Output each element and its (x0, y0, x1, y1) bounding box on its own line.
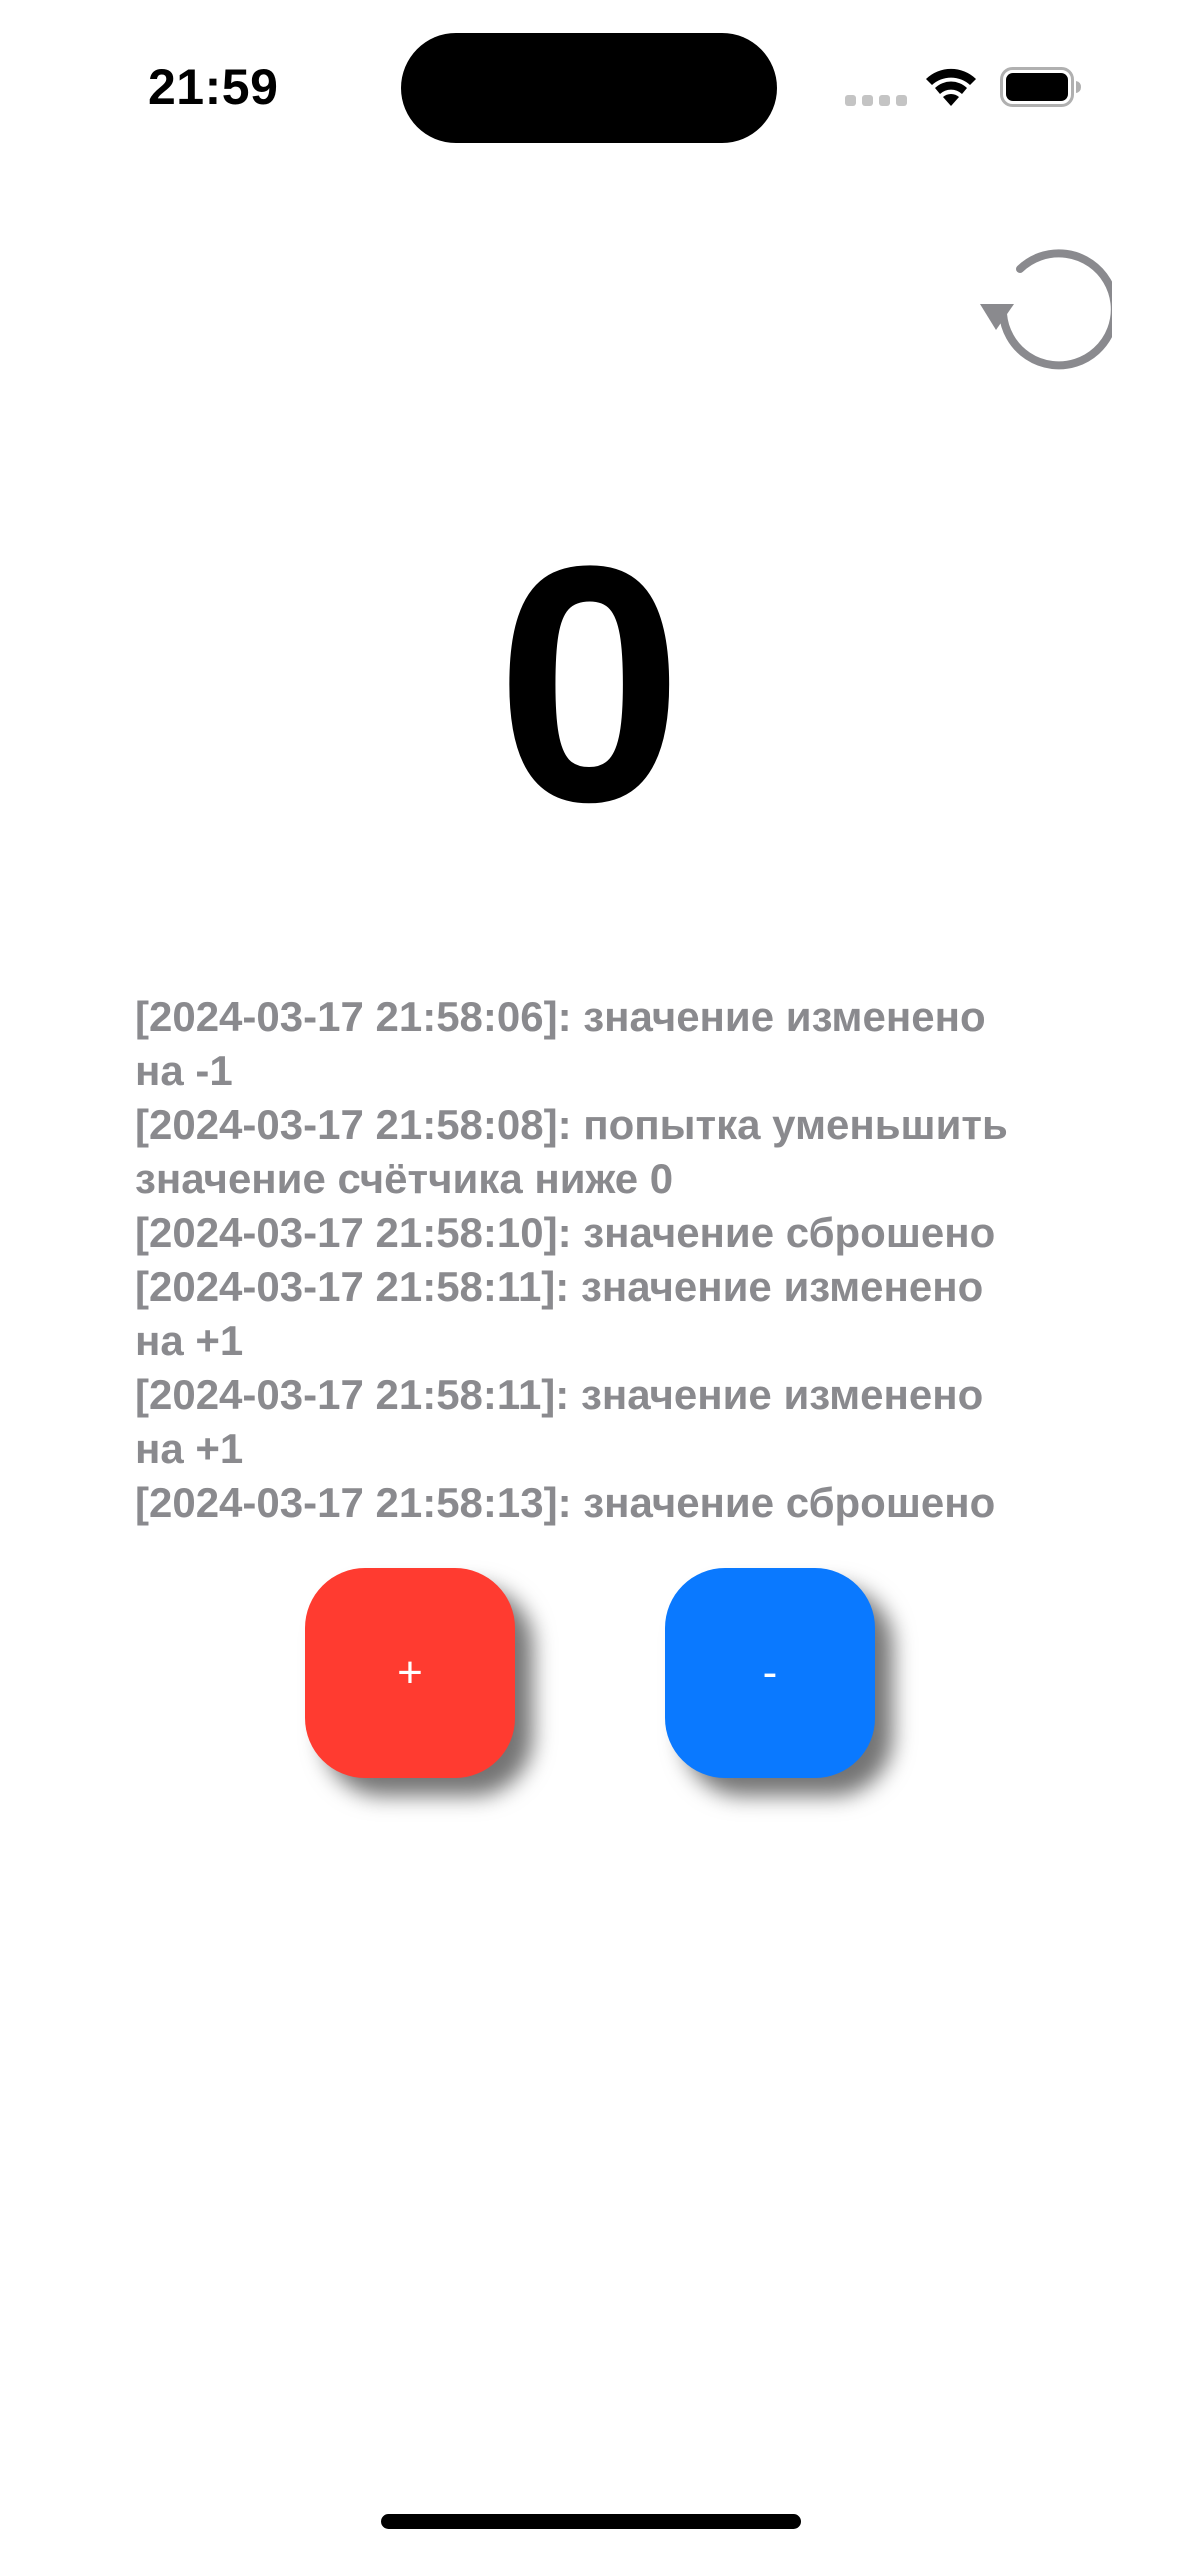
history-entry: [2024-03-17 21:58:11]: значение изменено… (135, 1371, 984, 1472)
status-bar-time: 21:59 (148, 59, 279, 115)
decrement-button[interactable]: - (665, 1568, 875, 1778)
cellular-signal-icon (845, 95, 907, 107)
wifi-icon (924, 66, 978, 108)
increment-button[interactable]: + (305, 1568, 515, 1778)
battery-icon (1000, 67, 1082, 107)
history-entry: [2024-03-17 21:58:11]: значение изменено… (135, 1263, 984, 1364)
counterclockwise-arrow-icon (980, 249, 1112, 370)
history-log[interactable]: [2024-03-17 21:58:06]: значение изменено… (135, 936, 1035, 1536)
history-entry: [2024-03-17 21:58:13]: значение сброшено (135, 1479, 996, 1526)
dynamic-island (401, 33, 777, 143)
home-indicator[interactable] (381, 2514, 801, 2529)
history-entry: [2024-03-17 21:58:06]: значение изменено… (135, 993, 986, 1094)
reset-button[interactable] (976, 246, 1112, 378)
history-entry: [2024-03-17 21:58:10]: значение сброшено (135, 1209, 996, 1256)
history-log-content: [2024-03-17 21:58:06]: значение изменено… (135, 990, 1035, 1530)
history-entry: [2024-03-17 21:58:08]: попытка уменьшить… (135, 1101, 1008, 1202)
counter-value: 0 (496, 497, 683, 872)
